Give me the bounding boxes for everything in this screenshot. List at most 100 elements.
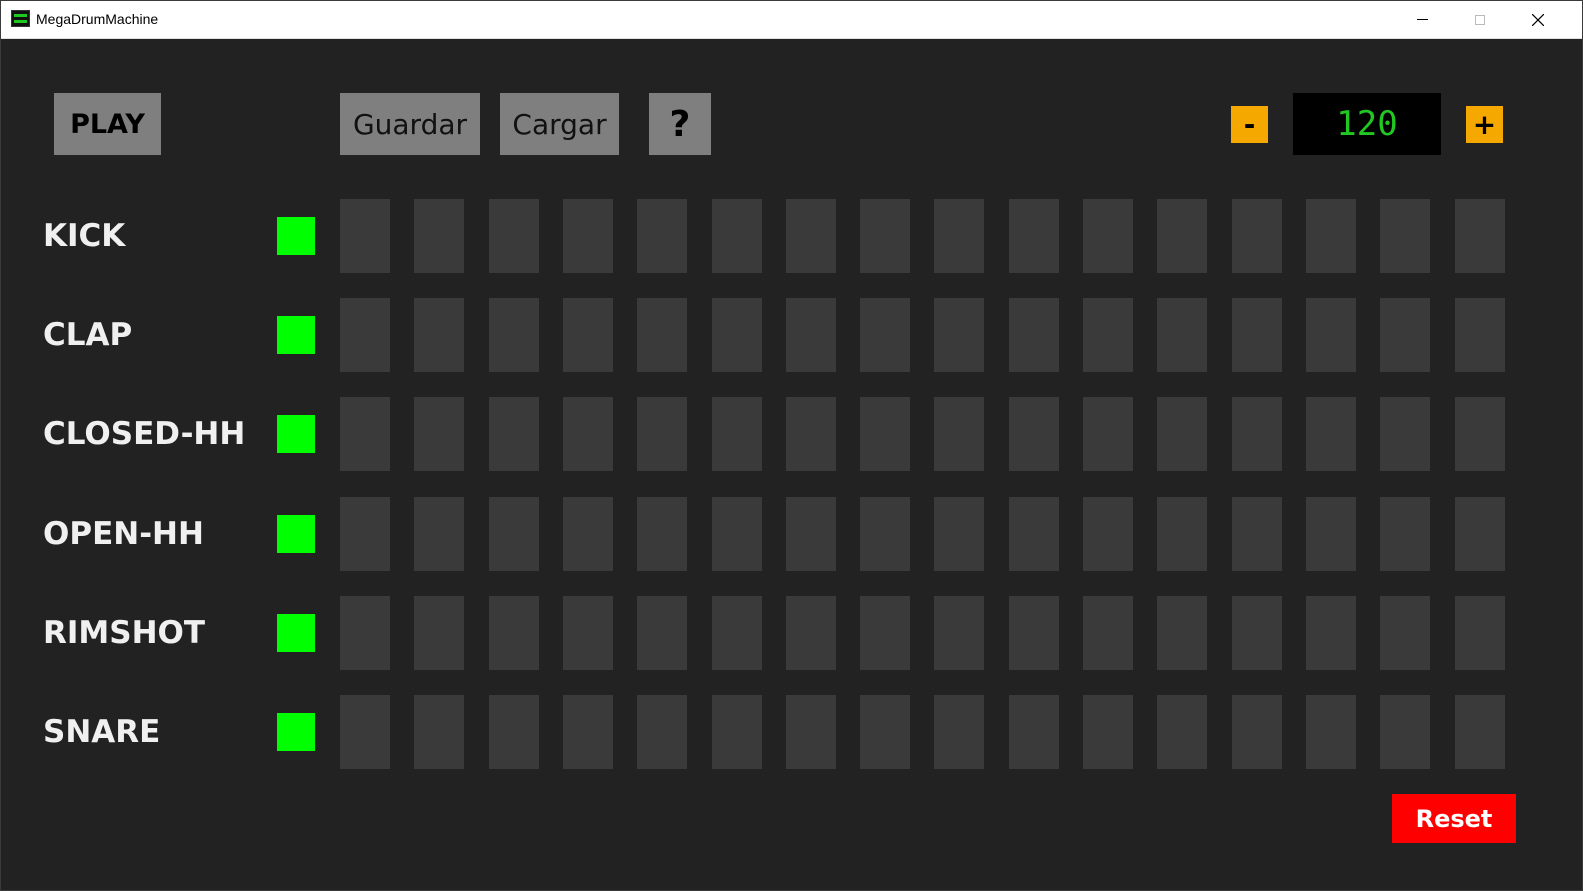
step-pad[interactable] xyxy=(712,199,762,273)
step-pad[interactable] xyxy=(489,199,539,273)
step-pad[interactable] xyxy=(1232,298,1282,372)
step-pad[interactable] xyxy=(1380,596,1430,670)
step-pad[interactable] xyxy=(340,695,390,769)
track-indicator[interactable] xyxy=(277,515,315,553)
step-pad[interactable] xyxy=(414,397,464,471)
step-pad[interactable] xyxy=(489,397,539,471)
step-pad[interactable] xyxy=(786,298,836,372)
reset-button[interactable]: Reset xyxy=(1392,794,1516,843)
step-pad[interactable] xyxy=(414,298,464,372)
step-pad[interactable] xyxy=(786,397,836,471)
step-pad[interactable] xyxy=(712,695,762,769)
step-pad[interactable] xyxy=(712,596,762,670)
step-pad[interactable] xyxy=(489,695,539,769)
step-pad[interactable] xyxy=(786,695,836,769)
step-pad[interactable] xyxy=(860,695,910,769)
step-pad[interactable] xyxy=(1083,596,1133,670)
step-pad[interactable] xyxy=(712,397,762,471)
track-indicator[interactable] xyxy=(277,217,315,255)
step-pad[interactable] xyxy=(1380,695,1430,769)
step-pad[interactable] xyxy=(934,596,984,670)
step-pad[interactable] xyxy=(1157,695,1207,769)
step-pad[interactable] xyxy=(1380,497,1430,571)
step-pad[interactable] xyxy=(1455,497,1505,571)
step-pad[interactable] xyxy=(637,497,687,571)
step-pad[interactable] xyxy=(489,497,539,571)
track-indicator[interactable] xyxy=(277,316,315,354)
step-pad[interactable] xyxy=(340,199,390,273)
step-pad[interactable] xyxy=(1306,298,1356,372)
step-pad[interactable] xyxy=(637,298,687,372)
step-pad[interactable] xyxy=(1306,397,1356,471)
step-pad[interactable] xyxy=(414,695,464,769)
step-pad[interactable] xyxy=(1157,397,1207,471)
step-pad[interactable] xyxy=(1009,497,1059,571)
step-pad[interactable] xyxy=(563,397,613,471)
step-pad[interactable] xyxy=(1232,596,1282,670)
maximize-button[interactable] xyxy=(1457,1,1503,38)
step-pad[interactable] xyxy=(1306,497,1356,571)
step-pad[interactable] xyxy=(786,596,836,670)
step-pad[interactable] xyxy=(637,199,687,273)
close-button[interactable] xyxy=(1515,1,1561,38)
step-pad[interactable] xyxy=(340,596,390,670)
step-pad[interactable] xyxy=(934,695,984,769)
save-button[interactable]: Guardar xyxy=(340,93,480,155)
step-pad[interactable] xyxy=(1232,497,1282,571)
minimize-button[interactable] xyxy=(1399,1,1445,38)
step-pad[interactable] xyxy=(1306,695,1356,769)
step-pad[interactable] xyxy=(1380,199,1430,273)
step-pad[interactable] xyxy=(934,497,984,571)
step-pad[interactable] xyxy=(934,199,984,273)
help-button[interactable]: ? xyxy=(649,93,711,155)
step-pad[interactable] xyxy=(563,497,613,571)
step-pad[interactable] xyxy=(637,695,687,769)
step-pad[interactable] xyxy=(1455,199,1505,273)
step-pad[interactable] xyxy=(340,497,390,571)
step-pad[interactable] xyxy=(1455,695,1505,769)
step-pad[interactable] xyxy=(1380,298,1430,372)
step-pad[interactable] xyxy=(860,199,910,273)
step-pad[interactable] xyxy=(1455,596,1505,670)
tempo-decrease-button[interactable]: - xyxy=(1231,106,1268,143)
play-button[interactable]: PLAY xyxy=(54,93,161,155)
step-pad[interactable] xyxy=(1157,199,1207,273)
step-pad[interactable] xyxy=(414,199,464,273)
step-pad[interactable] xyxy=(1306,596,1356,670)
step-pad[interactable] xyxy=(414,596,464,670)
step-pad[interactable] xyxy=(1455,397,1505,471)
step-pad[interactable] xyxy=(340,298,390,372)
step-pad[interactable] xyxy=(860,298,910,372)
step-pad[interactable] xyxy=(860,397,910,471)
step-pad[interactable] xyxy=(1009,199,1059,273)
step-pad[interactable] xyxy=(934,397,984,471)
step-pad[interactable] xyxy=(1083,695,1133,769)
track-indicator[interactable] xyxy=(277,614,315,652)
step-pad[interactable] xyxy=(1083,397,1133,471)
step-pad[interactable] xyxy=(1232,199,1282,273)
step-pad[interactable] xyxy=(1157,497,1207,571)
step-pad[interactable] xyxy=(563,199,613,273)
step-pad[interactable] xyxy=(1157,298,1207,372)
step-pad[interactable] xyxy=(860,497,910,571)
step-pad[interactable] xyxy=(860,596,910,670)
step-pad[interactable] xyxy=(637,596,687,670)
step-pad[interactable] xyxy=(637,397,687,471)
step-pad[interactable] xyxy=(712,298,762,372)
step-pad[interactable] xyxy=(1157,596,1207,670)
step-pad[interactable] xyxy=(1232,397,1282,471)
step-pad[interactable] xyxy=(563,596,613,670)
step-pad[interactable] xyxy=(1009,397,1059,471)
step-pad[interactable] xyxy=(934,298,984,372)
step-pad[interactable] xyxy=(1009,298,1059,372)
step-pad[interactable] xyxy=(1083,199,1133,273)
step-pad[interactable] xyxy=(1009,695,1059,769)
step-pad[interactable] xyxy=(786,199,836,273)
step-pad[interactable] xyxy=(563,298,613,372)
tempo-increase-button[interactable]: + xyxy=(1466,106,1503,143)
step-pad[interactable] xyxy=(340,397,390,471)
step-pad[interactable] xyxy=(1232,695,1282,769)
step-pad[interactable] xyxy=(1083,497,1133,571)
step-pad[interactable] xyxy=(1083,298,1133,372)
step-pad[interactable] xyxy=(489,596,539,670)
